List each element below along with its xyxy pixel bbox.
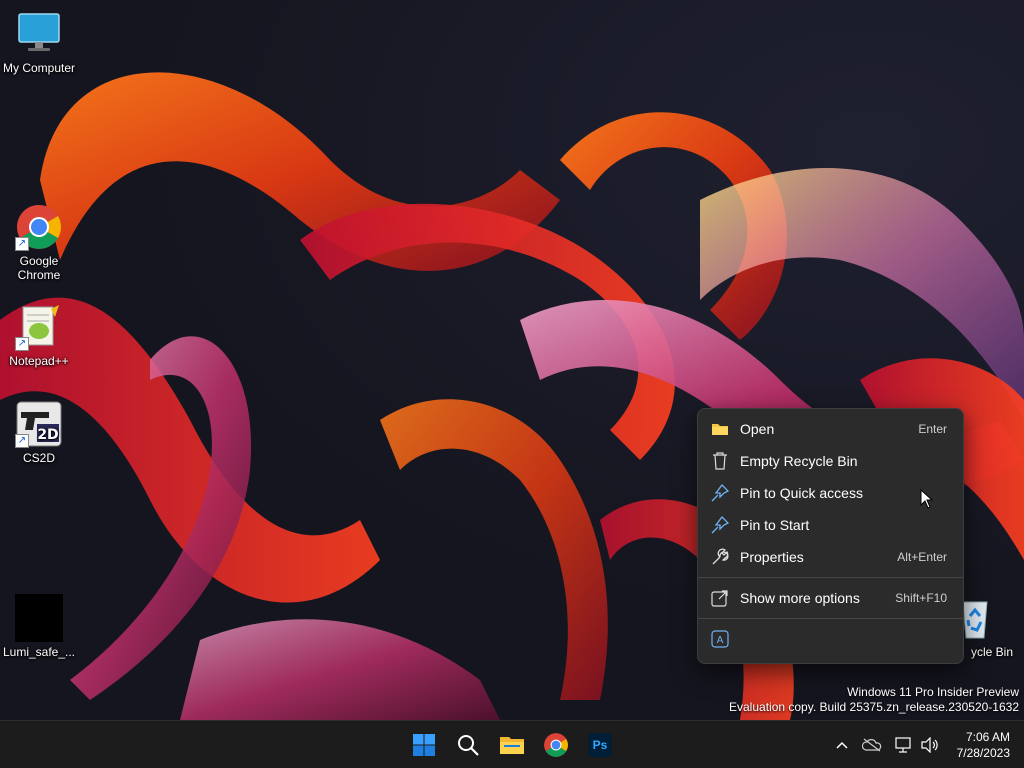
menu-item-translate[interactable]: A bbox=[698, 623, 963, 655]
menu-item-empty-recycle-bin[interactable]: Empty Recycle Bin bbox=[698, 445, 963, 477]
search-icon bbox=[458, 735, 479, 756]
file-explorer-icon bbox=[500, 737, 524, 754]
show-hidden-icons-button[interactable] bbox=[832, 735, 852, 755]
shortcut-arrow-icon: ↗ bbox=[15, 337, 29, 351]
start-icon bbox=[413, 734, 435, 756]
menu-item-label: Empty Recycle Bin bbox=[740, 453, 858, 469]
menu-item-properties[interactable]: Properties Alt+Enter bbox=[698, 541, 963, 573]
menu-item-label: Pin to Start bbox=[740, 517, 810, 533]
watermark-line-1: Windows 11 Pro Insider Preview bbox=[847, 685, 1019, 699]
menu-item-label: Open bbox=[740, 421, 775, 437]
volume-tray-button[interactable] bbox=[920, 735, 940, 755]
shortcut-arrow-icon: ↗ bbox=[15, 434, 29, 448]
cs2d-icon: 2D ↗ bbox=[15, 400, 63, 448]
pin-icon bbox=[710, 483, 730, 503]
volume-icon bbox=[921, 737, 938, 753]
menu-separator bbox=[698, 618, 963, 619]
desktop-icon-notepadpp[interactable]: ↗ Notepad++ bbox=[1, 303, 77, 368]
desktop-icon-google-chrome[interactable]: ↗ Google Chrome bbox=[1, 203, 77, 282]
trash-icon bbox=[710, 451, 730, 471]
network-tray-button[interactable] bbox=[894, 735, 914, 755]
menu-item-shortcut: Alt+Enter bbox=[897, 550, 947, 564]
photoshop-icon: Ps bbox=[588, 733, 612, 757]
mouse-cursor-icon bbox=[920, 488, 934, 514]
context-menu: Open Enter Empty Recycle Bin Pin to Quic… bbox=[697, 408, 964, 664]
file-explorer-button[interactable] bbox=[494, 727, 530, 763]
watermark-line-2: Evaluation copy. Build 25375.zn_release.… bbox=[729, 700, 1019, 714]
network-icon bbox=[895, 737, 911, 753]
shortcut-arrow-icon: ↗ bbox=[15, 237, 29, 251]
pin-icon bbox=[710, 515, 730, 535]
desktop-icon-lumi-safe[interactable]: Lumi_safe_... bbox=[1, 594, 77, 659]
onedrive-tray-button[interactable] bbox=[862, 735, 882, 755]
monitor-icon bbox=[15, 10, 63, 58]
desktop-icon-label: Notepad++ bbox=[9, 354, 69, 368]
taskbar: Ps 7:06 AM 7/28/2023 bbox=[0, 720, 1024, 768]
wrench-icon bbox=[710, 547, 730, 567]
menu-item-show-more-options[interactable]: Show more options Shift+F10 bbox=[698, 582, 963, 614]
clock-time: 7:06 AM bbox=[965, 730, 1010, 744]
taskbar-clock[interactable]: 7:06 AM 7/28/2023 bbox=[957, 729, 1010, 761]
svg-text:A: A bbox=[717, 635, 724, 646]
chrome-icon bbox=[544, 733, 568, 757]
desktop-icon-label: Google Chrome bbox=[17, 254, 61, 282]
menu-item-shortcut: Enter bbox=[918, 422, 947, 436]
chrome-icon: ↗ bbox=[15, 203, 63, 251]
start-button[interactable] bbox=[406, 727, 442, 763]
translate-icon: A bbox=[710, 629, 730, 649]
menu-item-label: Properties bbox=[740, 549, 804, 565]
photoshop-taskbar-button[interactable]: Ps bbox=[582, 727, 618, 763]
share-icon bbox=[710, 588, 730, 608]
desktop-icon-label: My Computer bbox=[2, 61, 76, 75]
desktop-icon-cs2d[interactable]: 2D ↗ CS2D bbox=[1, 400, 77, 465]
folder-icon bbox=[710, 419, 730, 439]
windows-watermark: Windows 11 Pro Insider Preview Evaluatio… bbox=[729, 685, 1019, 715]
menu-item-label: Pin to Quick access bbox=[740, 485, 863, 501]
menu-item-open[interactable]: Open Enter bbox=[698, 413, 963, 445]
desktop-icon-my-computer[interactable]: My Computer bbox=[1, 10, 77, 75]
notepadpp-icon: ↗ bbox=[15, 303, 63, 351]
menu-separator bbox=[698, 577, 963, 578]
chevron-up-icon bbox=[836, 741, 848, 749]
desktop-icon-label: CS2D bbox=[22, 451, 55, 465]
chrome-taskbar-button[interactable] bbox=[538, 727, 574, 763]
clock-date: 7/28/2023 bbox=[956, 746, 1010, 760]
onedrive-icon bbox=[862, 738, 882, 752]
svg-text:2D: 2D bbox=[37, 427, 58, 443]
menu-item-label: Show more options bbox=[740, 590, 860, 606]
black-file-icon bbox=[15, 594, 63, 642]
desktop-icon-label: Lumi_safe_... bbox=[2, 645, 76, 659]
search-button[interactable] bbox=[450, 727, 486, 763]
menu-item-shortcut: Shift+F10 bbox=[895, 591, 947, 605]
